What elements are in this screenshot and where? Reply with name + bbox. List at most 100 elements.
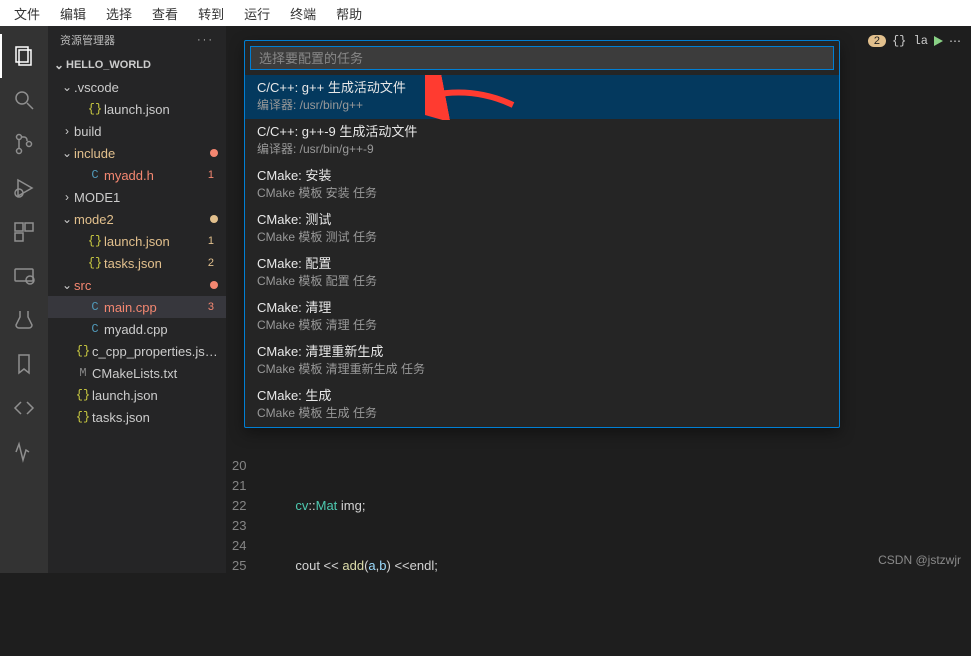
quickpick-item-title: CMake: 配置: [257, 255, 827, 273]
git-badge: 3: [204, 301, 218, 313]
quickpick-item[interactable]: CMake: 清理CMake 模板 清理 任务: [245, 295, 839, 339]
more-icon[interactable]: ⋯: [949, 34, 961, 48]
tree-label: src: [74, 278, 210, 293]
quickpick-item[interactable]: C/C++: g++ 生成活动文件编译器: /usr/bin/g++: [245, 75, 839, 119]
menu-item[interactable]: 帮助: [326, 1, 372, 26]
file-icon: M: [74, 366, 92, 380]
chevron-down-icon: ⌄: [52, 58, 66, 72]
chevron-icon: ›: [60, 190, 74, 204]
tree-item[interactable]: ⌄include: [48, 142, 226, 164]
tree-item[interactable]: {}launch.json: [48, 98, 226, 120]
tree-item[interactable]: MCMakeLists.txt: [48, 362, 226, 384]
tree-item[interactable]: Cmain.cpp3: [48, 296, 226, 318]
quickpick-item[interactable]: CMake: 测试CMake 模板 测试 任务: [245, 207, 839, 251]
file-icon: {}: [74, 388, 92, 402]
remote-icon[interactable]: [0, 254, 48, 298]
tree-item[interactable]: ⌄.vscode: [48, 76, 226, 98]
watermark: CSDN @jstzwjr: [878, 553, 961, 567]
quickpick-item[interactable]: CMake: 生成CMake 模板 生成 任务: [245, 383, 839, 427]
tree-item[interactable]: Cmyadd.h1: [48, 164, 226, 186]
tree-label: build: [74, 124, 218, 139]
explorer-sidebar: 资源管理器 ··· ⌄ HELLO_WORLD ⌄.vscode{}launch…: [48, 26, 226, 573]
code-content: cv::Mat img; cout << add(a,b) <<endl;: [266, 456, 437, 656]
quickpick-item-title: CMake: 清理: [257, 299, 827, 317]
sidebar-more-icon[interactable]: ···: [197, 34, 214, 46]
status-dot: [210, 281, 218, 289]
tree-label: c_cpp_properties.json: [92, 344, 218, 359]
quickpick-list: C/C++: g++ 生成活动文件编译器: /usr/bin/g++C/C++:…: [245, 75, 839, 427]
tree-item[interactable]: {}tasks.json2: [48, 252, 226, 274]
tree-label: tasks.json: [92, 410, 218, 425]
menu-item[interactable]: 转到: [188, 1, 234, 26]
problems-badge[interactable]: 2: [868, 35, 886, 47]
quickpick-item-sub: CMake 模板 清理 任务: [257, 317, 827, 334]
tree-item[interactable]: Cmyadd.cpp: [48, 318, 226, 340]
quickpick-item-title: CMake: 清理重新生成: [257, 343, 827, 361]
tab-bar-right: 2 {} la ⋯: [858, 26, 971, 56]
menu-item[interactable]: 终端: [280, 1, 326, 26]
file-icon: {}: [74, 344, 92, 358]
quickpick-item-title: C/C++: g++-9 生成活动文件: [257, 123, 827, 141]
chevron-icon: ⌄: [60, 80, 74, 94]
tree-label: MODE1: [74, 190, 218, 205]
quickpick-item[interactable]: CMake: 安装CMake 模板 安装 任务: [245, 163, 839, 207]
tree-label: CMakeLists.txt: [92, 366, 218, 381]
file-icon: {}: [86, 256, 104, 270]
tree-label: launch.json: [92, 388, 218, 403]
quickpick-item-sub: 编译器: /usr/bin/g++: [257, 97, 827, 114]
quickpick-item-sub: CMake 模板 测试 任务: [257, 229, 827, 246]
debug-icon[interactable]: [0, 166, 48, 210]
quickpick-item-sub: CMake 模板 安装 任务: [257, 185, 827, 202]
quickpick-item-title: CMake: 测试: [257, 211, 827, 229]
run-icon[interactable]: [934, 36, 943, 46]
chevron-icon: ⌄: [60, 146, 74, 160]
tree-item[interactable]: {}launch.json: [48, 384, 226, 406]
file-icon: C: [86, 300, 104, 314]
explorer-icon[interactable]: [0, 34, 48, 78]
tree-item[interactable]: {}c_cpp_properties.json: [48, 340, 226, 362]
search-icon[interactable]: [0, 78, 48, 122]
status-dot: [210, 215, 218, 223]
menu-item[interactable]: 编辑: [50, 1, 96, 26]
tree-label: myadd.cpp: [104, 322, 218, 337]
folder-name: HELLO_WORLD: [66, 59, 151, 71]
quickpick-item-sub: CMake 模板 配置 任务: [257, 273, 827, 290]
quickpick-item[interactable]: C/C++: g++-9 生成活动文件编译器: /usr/bin/g++-9: [245, 119, 839, 163]
quickpick-input[interactable]: [250, 46, 834, 70]
activity-item-icon[interactable]: [0, 430, 48, 474]
quickpick-item[interactable]: CMake: 清理重新生成CMake 模板 清理重新生成 任务: [245, 339, 839, 383]
code-editor[interactable]: 202122232425 cv::Mat img; cout << add(a,…: [232, 456, 438, 656]
tree-item[interactable]: ⌄src: [48, 274, 226, 296]
sidebar-header: 资源管理器 ···: [48, 26, 226, 54]
tree-item[interactable]: {}launch.json1: [48, 230, 226, 252]
bookmark-icon[interactable]: [0, 342, 48, 386]
tree-label: .vscode: [74, 80, 218, 95]
tab-label[interactable]: {} la: [892, 34, 928, 48]
tree-item[interactable]: {}tasks.json: [48, 406, 226, 428]
tree-label: main.cpp: [104, 300, 204, 315]
quickpick-item[interactable]: CMake: 配置CMake 模板 配置 任务: [245, 251, 839, 295]
git-badge: 1: [204, 235, 218, 247]
tree-item[interactable]: ›MODE1: [48, 186, 226, 208]
menu-item[interactable]: 选择: [96, 1, 142, 26]
chevron-icon: ›: [60, 124, 74, 138]
menu-item[interactable]: 查看: [142, 1, 188, 26]
file-icon: {}: [86, 102, 104, 116]
menu-item[interactable]: 文件: [4, 1, 50, 26]
chevron-icon: ⌄: [60, 212, 74, 226]
quickpick-item-title: CMake: 生成: [257, 387, 827, 405]
file-icon: {}: [86, 234, 104, 248]
status-dot: [210, 149, 218, 157]
menu-item[interactable]: 运行: [234, 1, 280, 26]
folder-header[interactable]: ⌄ HELLO_WORLD: [48, 54, 226, 76]
testing-icon[interactable]: [0, 298, 48, 342]
tree-item[interactable]: ›build: [48, 120, 226, 142]
git-lens-icon[interactable]: [0, 386, 48, 430]
file-icon: C: [86, 168, 104, 182]
extensions-icon[interactable]: [0, 210, 48, 254]
tree-label: myadd.h: [104, 168, 204, 183]
tree-item[interactable]: ⌄mode2: [48, 208, 226, 230]
source-control-icon[interactable]: [0, 122, 48, 166]
file-icon: {}: [74, 410, 92, 424]
menu-bar: 文件编辑选择查看转到运行终端帮助: [0, 0, 971, 26]
